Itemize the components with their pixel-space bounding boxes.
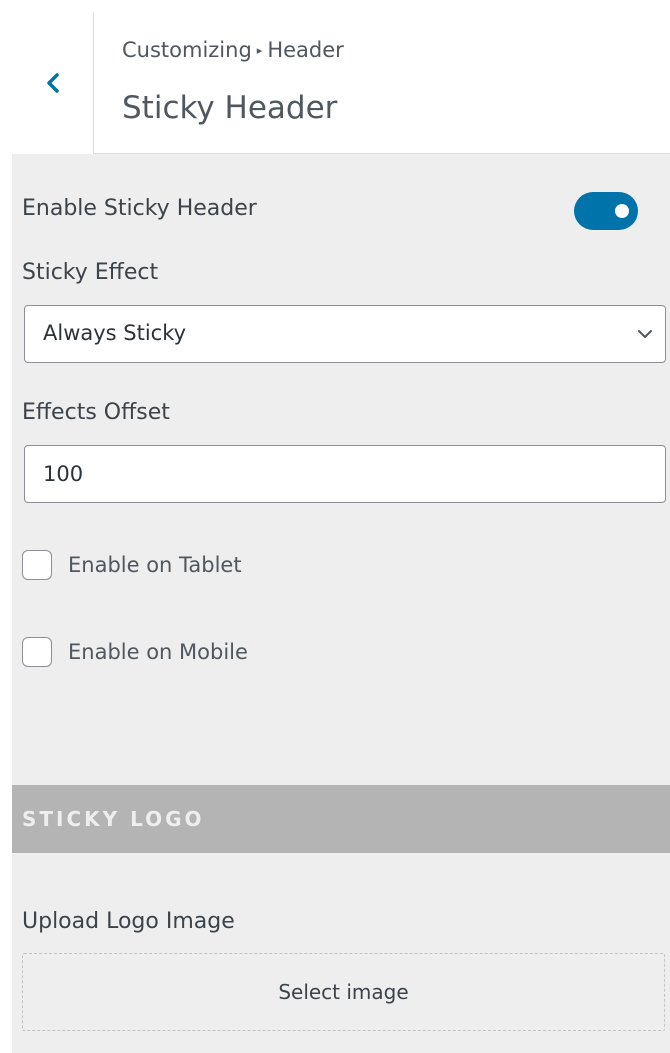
- enable-mobile-checkbox[interactable]: Enable on Mobile: [22, 637, 248, 667]
- tablet-checkbox-box[interactable]: [22, 550, 52, 580]
- toggle-knob: [615, 204, 629, 218]
- effects-offset-label: Effects Offset: [22, 400, 170, 425]
- effects-offset-input[interactable]: [24, 445, 666, 503]
- customizer-panel: Customizing ▸ Header Sticky Header Enable …: [12, 12, 670, 1053]
- upload-logo-label: Upload Logo Image: [22, 909, 235, 934]
- back-button[interactable]: [12, 12, 94, 154]
- breadcrumb-parent: Header: [267, 38, 344, 62]
- select-image-label: Select image: [278, 980, 409, 1004]
- enable-sticky-label: Enable Sticky Header: [22, 196, 257, 221]
- breadcrumb-separator-icon: ▸: [256, 44, 263, 57]
- enable-sticky-toggle[interactable]: [574, 192, 638, 230]
- chevron-down-icon: [638, 330, 652, 338]
- sticky-logo-section-heading: STICKY LOGO: [12, 785, 670, 853]
- sticky-effect-select[interactable]: Always Sticky: [24, 305, 666, 363]
- chevron-left-icon: [46, 73, 59, 93]
- tablet-checkbox-label: Enable on Tablet: [68, 553, 242, 577]
- section-header: Customizing ▸ Header Sticky Header: [12, 12, 670, 154]
- enable-tablet-checkbox[interactable]: Enable on Tablet: [22, 550, 242, 580]
- mobile-checkbox-box[interactable]: [22, 637, 52, 667]
- sticky-effect-label: Sticky Effect: [22, 260, 159, 285]
- section-title: STICKY LOGO: [22, 807, 205, 831]
- mobile-checkbox-label: Enable on Mobile: [68, 640, 248, 664]
- select-image-button[interactable]: Select image: [22, 953, 665, 1031]
- breadcrumb: Customizing ▸ Header: [122, 38, 344, 62]
- page-title: Sticky Header: [122, 90, 338, 126]
- sticky-effect-value: Always Sticky: [43, 321, 187, 345]
- breadcrumb-root: Customizing: [122, 38, 252, 62]
